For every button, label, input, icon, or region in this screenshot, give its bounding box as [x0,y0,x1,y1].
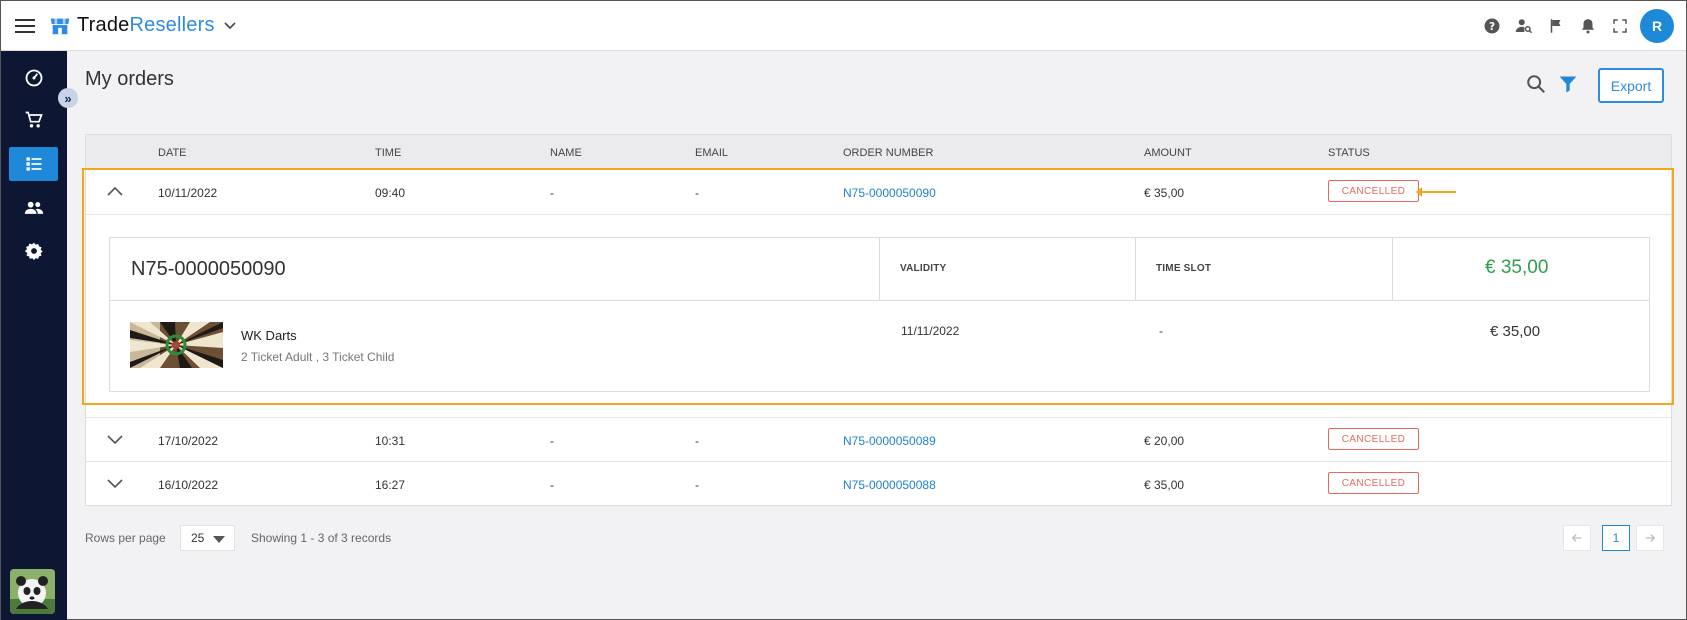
status-badge: CANCELLED [1328,428,1419,450]
brand-secondary: Resellers [129,14,215,36]
order-number-link[interactable]: N75-0000050088 [843,478,936,492]
fullscreen-icon[interactable] [1604,10,1636,42]
brand-name[interactable]: TradeResellers [77,14,215,37]
top-bar: TradeResellers ? R [1,1,1686,51]
page-title: My orders [85,68,174,90]
page-button[interactable]: 1 [1602,525,1630,551]
menu-icon[interactable] [15,15,35,37]
orders-table: DATE TIME NAME EMAIL ORDER NUMBER AMOUNT… [85,134,1672,506]
product-name: WK Darts [241,328,297,343]
chevron-up-icon[interactable] [106,184,124,198]
header-time[interactable]: TIME [375,147,401,159]
store-logo-icon [50,18,70,34]
next-page-button[interactable] [1636,525,1664,551]
row-date: 17/10/2022 [158,434,219,448]
arrow-right-icon [1645,534,1656,542]
row-email: - [695,186,699,200]
divider [1392,238,1393,301]
svg-text:?: ? [1489,21,1495,33]
row-date: 10/11/2022 [158,186,218,200]
flag-icon[interactable] [1540,10,1572,42]
panda-avatar[interactable] [10,569,55,614]
row-name: - [550,478,554,492]
user-avatar[interactable]: R [1640,9,1674,43]
bell-icon[interactable] [1572,10,1604,42]
brand-primary: Trade [77,14,130,36]
caret-down-icon [213,536,225,543]
header-email[interactable]: EMAIL [695,147,728,159]
status-badge: CANCELLED [1328,180,1419,202]
detail-order-number: N75-0000050090 [131,258,286,280]
row-email: - [695,434,699,448]
row-time: 09:40 [375,186,406,200]
orders-list-icon[interactable] [9,147,58,181]
header-status[interactable]: STATUS [1328,147,1370,159]
export-button[interactable]: Export [1598,68,1664,103]
header-amount[interactable]: AMOUNT [1144,147,1192,159]
row-name: - [550,434,554,448]
divider [879,238,880,301]
order-number-link[interactable]: N75-0000050089 [843,434,936,448]
rows-per-page-select[interactable]: 25 [180,525,235,551]
table-header: DATE TIME NAME EMAIL ORDER NUMBER AMOUNT… [86,135,1671,169]
expand-sidebar-button[interactable]: » [58,88,78,108]
product-image [130,322,223,368]
rows-per-page-label: Rows per page [85,531,166,545]
users-icon[interactable] [9,191,58,225]
top-actions: ? R [1476,9,1674,43]
header-order-number[interactable]: ORDER NUMBER [843,147,933,159]
annotation-arrow [1416,187,1456,197]
prev-page-button[interactable] [1563,525,1591,551]
detail-total-amount: € 35,00 [1485,257,1549,278]
validity-value: 11/11/2022 [901,324,960,338]
product-amount: € 35,00 [1490,323,1541,340]
status-badge: CANCELLED [1328,472,1419,494]
detail-header: N75-0000050090 VALIDITY TIME SLOT € 35,0… [110,238,1649,301]
header-date[interactable]: DATE [158,147,187,159]
chevron-down-icon[interactable] [106,432,124,446]
user-search-icon[interactable] [1508,10,1540,42]
order-number-link[interactable]: N75-0000050090 [843,186,936,200]
divider [1135,238,1136,301]
row-email: - [695,478,699,492]
settings-icon[interactable] [9,234,58,268]
time-slot-label: TIME SLOT [1156,263,1212,274]
row-amount: € 20,00 [1144,434,1185,448]
time-slot-value: - [1159,324,1163,338]
dashboard-icon[interactable] [9,61,58,95]
row-time: 10:31 [375,434,406,448]
row-amount: € 35,00 [1144,186,1185,200]
order-detail-card: N75-0000050090 VALIDITY TIME SLOT € 35,0… [109,237,1650,392]
row-amount: € 35,00 [1144,478,1185,492]
records-summary: Showing 1 - 3 of 3 records [251,531,392,545]
chevron-down-icon[interactable] [106,476,124,490]
validity-label: VALIDITY [900,263,947,274]
table-row[interactable]: 16/10/2022 16:27 - - N75-0000050088 € 35… [86,461,1671,505]
arrow-left-icon [1571,534,1582,542]
rows-per-page-value: 25 [191,531,205,545]
help-icon[interactable]: ? [1476,10,1508,42]
search-icon[interactable] [1525,73,1547,95]
order-detail-panel: N75-0000050090 VALIDITY TIME SLOT € 35,0… [86,214,1671,404]
cart-icon[interactable] [9,103,58,137]
row-time: 16:27 [375,478,406,492]
product-tickets: 2 Ticket Adult , 3 Ticket Child [241,350,395,364]
chevron-down-icon[interactable] [223,19,237,33]
row-date: 16/10/2022 [158,478,219,492]
row-name: - [550,186,554,200]
sidebar [1,51,67,620]
table-row[interactable]: 17/10/2022 10:31 - - N75-0000050089 € 20… [86,417,1671,461]
filter-icon[interactable] [1558,74,1578,94]
header-name[interactable]: NAME [550,147,582,159]
